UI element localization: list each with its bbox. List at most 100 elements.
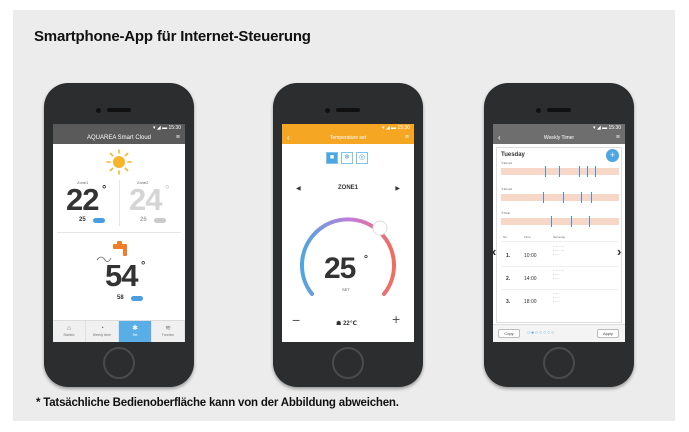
tank-toggle[interactable]	[131, 296, 143, 301]
earpiece	[547, 108, 571, 112]
set-label: SET	[342, 287, 350, 292]
row-number: 3.	[506, 299, 511, 305]
app-title-bar: AQUAREA Smart Cloud ≡	[53, 132, 185, 144]
row-time[interactable]: 18:00	[524, 299, 537, 305]
tank-set-temp: 58	[117, 295, 124, 301]
graph-icon: ≋	[165, 325, 171, 332]
row-number: 1.	[506, 253, 511, 259]
app-screen-weekly-timer: ▾ ◢ ▬ 15:30 ‹ Weekly Timer ≡ Tuesday + ①…	[493, 124, 625, 342]
temperature-title: Temperature set	[329, 135, 367, 141]
tab-function[interactable]: ≋ Function	[152, 321, 185, 342]
timeline-zone2[interactable]	[501, 192, 619, 203]
timeline-label-zone1: ①Zone1	[501, 161, 513, 165]
menu-icon[interactable]: ≡	[405, 132, 409, 144]
set-degree-sign: °	[364, 254, 368, 265]
weekday-selector[interactable]: ○●○○○○○	[527, 330, 555, 336]
mode-selector: ■ ❄ ◎	[326, 152, 368, 164]
row-set-temps: ▪ ── ◦ ── ▪ ── ◦ ▪ ── ◦	[553, 269, 565, 280]
app-screen-overview: ▾ ◢ ▬ 15:30 AQUAREA Smart Cloud ≡ Zone1 …	[53, 124, 185, 342]
auto-mode-icon[interactable]: ◎	[356, 152, 368, 164]
home-button[interactable]	[543, 347, 575, 379]
next-zone-icon[interactable]: ▶	[395, 185, 400, 192]
copy-button[interactable]: Copy	[498, 329, 520, 338]
zone-name: ZONE1	[337, 185, 358, 191]
front-camera	[536, 108, 541, 113]
timer-icon: ◔	[99, 325, 105, 332]
column-header-no: No.	[503, 235, 508, 239]
menu-icon[interactable]: ≡	[616, 132, 620, 144]
phone-weekly-timer-screen: ▾ ◢ ▬ 15:30 ‹ Weekly Timer ≡ Tuesday + ①…	[484, 83, 634, 387]
zone1-set-temp: 25	[79, 217, 86, 223]
earpiece	[336, 108, 360, 112]
set-temperature: 25	[324, 252, 356, 285]
decrease-button[interactable]: −	[292, 312, 300, 328]
status-bar: ▾ ◢ ▬ 15:30	[592, 125, 621, 131]
front-camera	[325, 108, 330, 113]
zone-divider	[119, 180, 120, 226]
row-set-temps: ▪ ── ◦ ── ▪ ── ◦ ── ▪ ── ◦	[553, 245, 565, 256]
room-temperature: ☗ 22℃	[336, 321, 358, 327]
row-number: 2.	[506, 276, 511, 282]
add-timer-button[interactable]: +	[606, 149, 619, 162]
tab-set[interactable]: ✱ Set	[119, 321, 152, 342]
column-header-set-temp: Set temp.	[553, 235, 566, 239]
disclaimer-footnote: * Tatsächliche Bedienoberfläche kann von…	[36, 397, 399, 409]
earpiece	[107, 108, 131, 112]
product-panel: Smartphone-App für Internet-Steuerung ▾ …	[13, 10, 675, 421]
app-screen-temperature: ▾ ◢ ▬ 15:30 ‹ Temperature set ≡ ■ ❄ ◎ ◀ …	[282, 124, 414, 342]
column-header-time: Time	[524, 235, 531, 239]
sun-icon	[106, 149, 132, 175]
day-label: Tuesday	[501, 152, 525, 158]
tank-degree-sign: °	[141, 260, 146, 272]
zone2-toggle[interactable]	[154, 218, 166, 223]
row-divider	[501, 289, 619, 290]
timeline-label-zone2: ②Zone2	[501, 187, 513, 191]
phone-temperature-screen: ▾ ◢ ▬ 15:30 ‹ Temperature set ≡ ■ ❄ ◎ ◀ …	[273, 83, 423, 387]
house-icon: ⌂	[66, 325, 72, 332]
bottom-tab-bar: ⌂ Statistic ◔ Weekly timer ✱ Set ≋ Function	[53, 320, 185, 342]
row-set-temps: ▪ ── ◦ ▪ ── ◦ ▪ ── ◦	[553, 292, 560, 303]
cool-mode-icon[interactable]: ❄	[341, 152, 353, 164]
house-icon: ☗	[336, 321, 342, 327]
row-divider	[501, 266, 619, 267]
weekly-timer-title: Weekly Timer	[543, 135, 575, 141]
back-icon[interactable]: ‹	[287, 132, 290, 144]
next-screen-arrow-icon[interactable]: ›	[617, 244, 621, 259]
zone2-temperature: 24	[129, 182, 162, 217]
tab-statistic[interactable]: ⌂ Statistic	[53, 321, 86, 342]
zone2-degree-sign: °	[165, 184, 170, 196]
menu-icon[interactable]: ≡	[176, 132, 180, 144]
phone-home-screen: ▾ ◢ ▬ 15:30 AQUAREA Smart Cloud ≡ Zone1 …	[44, 83, 194, 387]
previous-zone-icon[interactable]: ◀	[296, 185, 301, 192]
status-bar: ▾ ◢ ▬ 15:30	[381, 125, 410, 131]
status-bar: ▾ ◢ ▬ 15:30	[152, 125, 181, 131]
zone2-set-temp: 26	[140, 217, 147, 223]
zone1-degree-sign: °	[102, 184, 107, 196]
front-camera	[96, 108, 101, 113]
tank-temperature: 54	[105, 258, 138, 293]
section-divider	[57, 232, 181, 233]
zone1-toggle[interactable]	[93, 218, 105, 223]
tab-weekly-timer[interactable]: ◔ Weekly timer	[86, 321, 119, 342]
row-divider	[501, 241, 619, 242]
temperature-title-bar: ‹ Temperature set ≡	[282, 132, 414, 144]
home-button[interactable]	[103, 347, 135, 379]
increase-button[interactable]: +	[392, 311, 400, 327]
zone1-temperature: 22	[66, 182, 99, 217]
timeline-tank[interactable]	[501, 216, 619, 227]
timeline-zone1[interactable]	[501, 166, 619, 177]
weekly-timer-title-bar: ‹ Weekly Timer ≡	[493, 132, 625, 144]
page-heading: Smartphone-App für Internet-Steuerung	[34, 28, 311, 45]
row-time[interactable]: 14:00	[524, 276, 537, 282]
timer-card: Tuesday + ①Zone1 ②Zone2 ③Tank No. Time S…	[496, 147, 622, 323]
previous-screen-arrow-icon[interactable]: ‹	[492, 244, 496, 259]
back-icon[interactable]: ‹	[498, 132, 501, 144]
zone-switcher: ◀ ZONE1 ▶	[296, 185, 400, 192]
heat-mode-icon[interactable]: ■	[326, 152, 338, 164]
settings-icon: ✱	[132, 325, 138, 332]
timeline-label-tank: ③Tank	[501, 211, 511, 215]
apply-button[interactable]: Apply	[597, 329, 619, 338]
home-button[interactable]	[332, 347, 364, 379]
row-time[interactable]: 10:00	[524, 253, 537, 259]
app-title: AQUAREA Smart Cloud	[86, 135, 152, 141]
